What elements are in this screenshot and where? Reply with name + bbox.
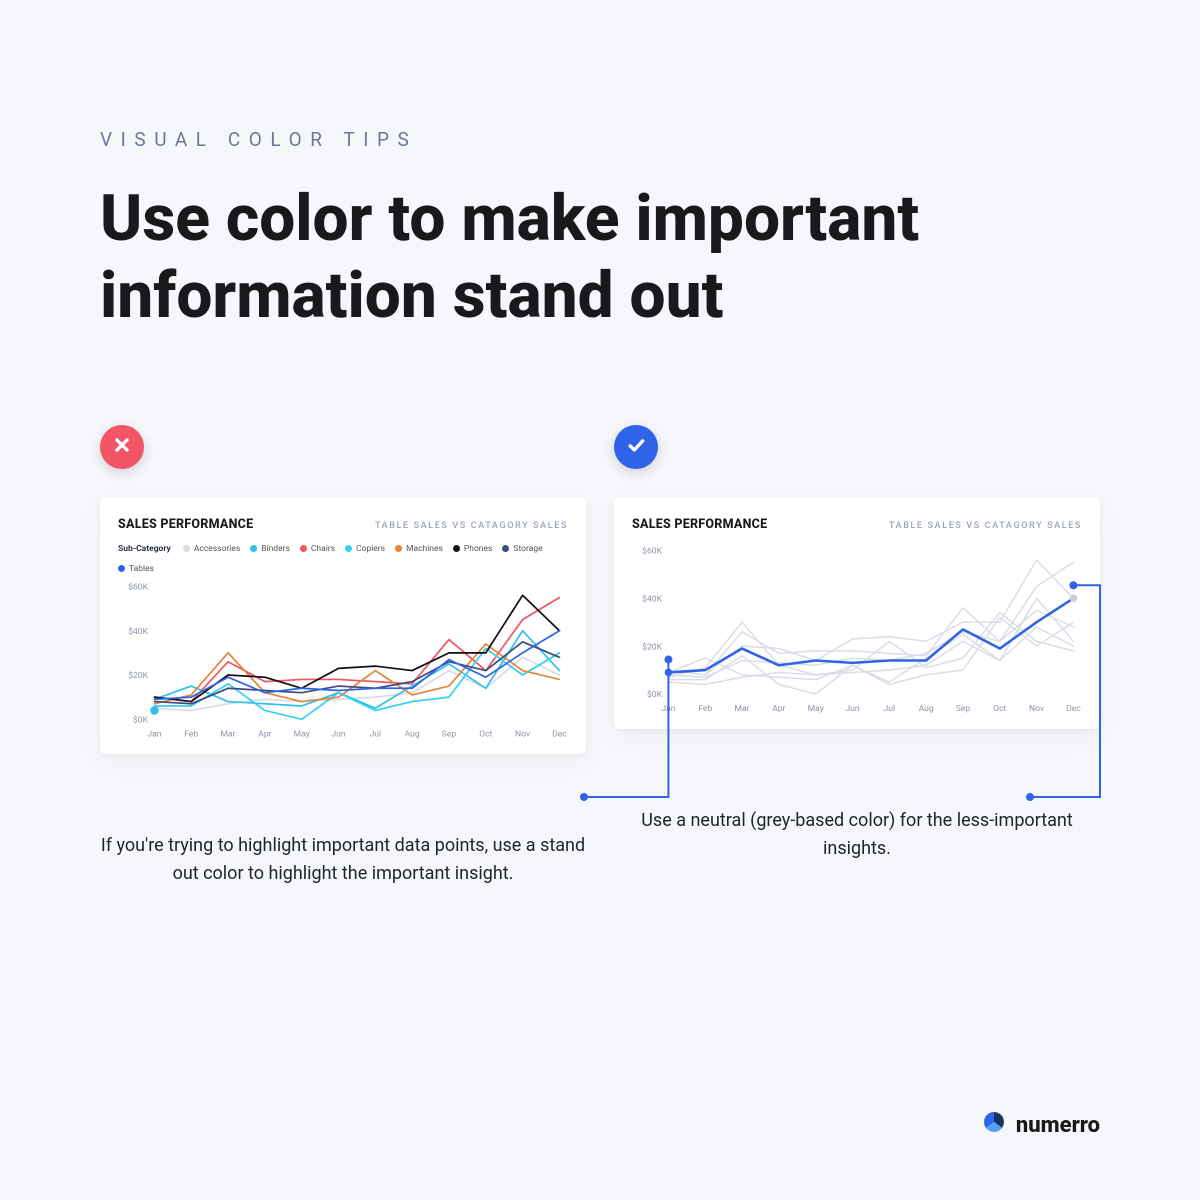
bad-example-caption: If you're trying to highlight important … <box>100 832 586 888</box>
legend-swatch <box>345 545 352 552</box>
svg-text:Jun: Jun <box>331 729 345 739</box>
comparison-row: SALES PERFORMANCE TABLE SALES VS CATAGOR… <box>100 425 1100 888</box>
legend-swatch <box>118 565 125 572</box>
chart-title: SALES PERFORMANCE <box>118 517 253 532</box>
svg-text:$40K: $40K <box>642 593 662 604</box>
svg-text:$60K: $60K <box>128 581 148 592</box>
svg-text:Oct: Oct <box>993 704 1006 714</box>
legend-swatch <box>453 545 460 552</box>
svg-text:Apr: Apr <box>258 729 271 739</box>
svg-text:Sep: Sep <box>442 729 457 739</box>
legend-text: Binders <box>261 544 290 554</box>
svg-text:Feb: Feb <box>698 704 712 714</box>
svg-text:Oct: Oct <box>479 729 492 739</box>
svg-text:May: May <box>808 704 824 714</box>
legend-item: Phones <box>453 544 492 554</box>
svg-text:Jul: Jul <box>884 704 896 714</box>
chart-subtitle: TABLE SALES VS CATAGORY SALES <box>375 521 568 531</box>
svg-text:Nov: Nov <box>1029 704 1044 714</box>
good-example-caption: Use a neutral (grey-based color) for the… <box>614 807 1100 863</box>
svg-text:$20K: $20K <box>642 641 662 652</box>
svg-text:Aug: Aug <box>405 729 420 739</box>
legend-text: Phones <box>464 544 492 554</box>
legend-item: Tables <box>118 564 154 574</box>
bad-example-badge <box>100 425 144 469</box>
legend-item: Chairs <box>300 544 335 554</box>
legend-swatch <box>183 545 190 552</box>
svg-text:Feb: Feb <box>184 729 198 739</box>
brand-icon <box>982 1110 1006 1140</box>
chart-title: SALES PERFORMANCE <box>632 517 767 532</box>
svg-text:Dec: Dec <box>1066 704 1081 714</box>
legend-text: Machines <box>406 544 443 554</box>
legend-text: Copiers <box>356 544 385 554</box>
legend-text: Accessories <box>194 544 240 554</box>
svg-text:Jan: Jan <box>147 729 161 739</box>
line-chart-multicolor: $0K $20K $40K $60K Jan Feb Mar Apr May Jun Jul Aug S… <box>118 580 568 741</box>
svg-text:Mar: Mar <box>221 729 236 739</box>
svg-text:Jul: Jul <box>370 729 382 739</box>
svg-text:$20K: $20K <box>128 670 148 681</box>
svg-text:Sep: Sep <box>956 704 971 714</box>
brand-name: numerro <box>1016 1113 1100 1138</box>
good-example-column: SALES PERFORMANCE TABLE SALES VS CATAGOR… <box>614 425 1100 888</box>
legend-item: Machines <box>395 544 443 554</box>
legend-item: Storage <box>502 544 542 554</box>
svg-text:May: May <box>294 729 310 739</box>
legend-swatch <box>502 545 509 552</box>
svg-text:$0K: $0K <box>133 714 149 725</box>
good-example-badge <box>614 425 658 469</box>
brand-logo: numerro <box>982 1110 1100 1140</box>
eyebrow-label: VISUAL COLOR TIPS <box>100 128 1100 151</box>
svg-text:Apr: Apr <box>772 704 785 714</box>
legend-swatch <box>395 545 402 552</box>
svg-text:Jun: Jun <box>845 704 859 714</box>
legend-item: Accessories <box>183 544 240 554</box>
svg-text:Jan: Jan <box>661 704 675 714</box>
close-icon <box>112 435 132 459</box>
check-icon <box>626 435 646 459</box>
legend-swatch <box>250 545 257 552</box>
svg-text:Aug: Aug <box>919 704 934 714</box>
svg-text:$60K: $60K <box>642 545 662 556</box>
legend-label: Sub-Category <box>118 544 171 554</box>
svg-text:$0K: $0K <box>647 689 663 700</box>
chart-legend: Sub-Category Accessories Binders Chairs Cop… <box>118 544 568 574</box>
svg-text:Dec: Dec <box>552 729 567 739</box>
svg-text:$40K: $40K <box>128 626 148 637</box>
legend-item: Binders <box>250 544 290 554</box>
page-title: Use color to make important information … <box>100 181 1000 335</box>
legend-item: Copiers <box>345 544 385 554</box>
legend-text: Chairs <box>311 544 335 554</box>
legend-swatch <box>300 545 307 552</box>
svg-text:Mar: Mar <box>735 704 750 714</box>
legend-text: Tables <box>129 564 154 574</box>
svg-text:Nov: Nov <box>515 729 530 739</box>
line-chart-highlight: $0K $20K $40K $60K Jan Feb Mar Apr May Jun Jul Aug S… <box>632 544 1082 715</box>
good-example-card: SALES PERFORMANCE TABLE SALES VS CATAGOR… <box>614 497 1100 729</box>
bad-example-card: SALES PERFORMANCE TABLE SALES VS CATAGOR… <box>100 497 586 755</box>
legend-text: Storage <box>513 544 542 554</box>
bad-example-column: SALES PERFORMANCE TABLE SALES VS CATAGOR… <box>100 425 586 888</box>
chart-subtitle: TABLE SALES VS CATAGORY SALES <box>889 521 1082 531</box>
